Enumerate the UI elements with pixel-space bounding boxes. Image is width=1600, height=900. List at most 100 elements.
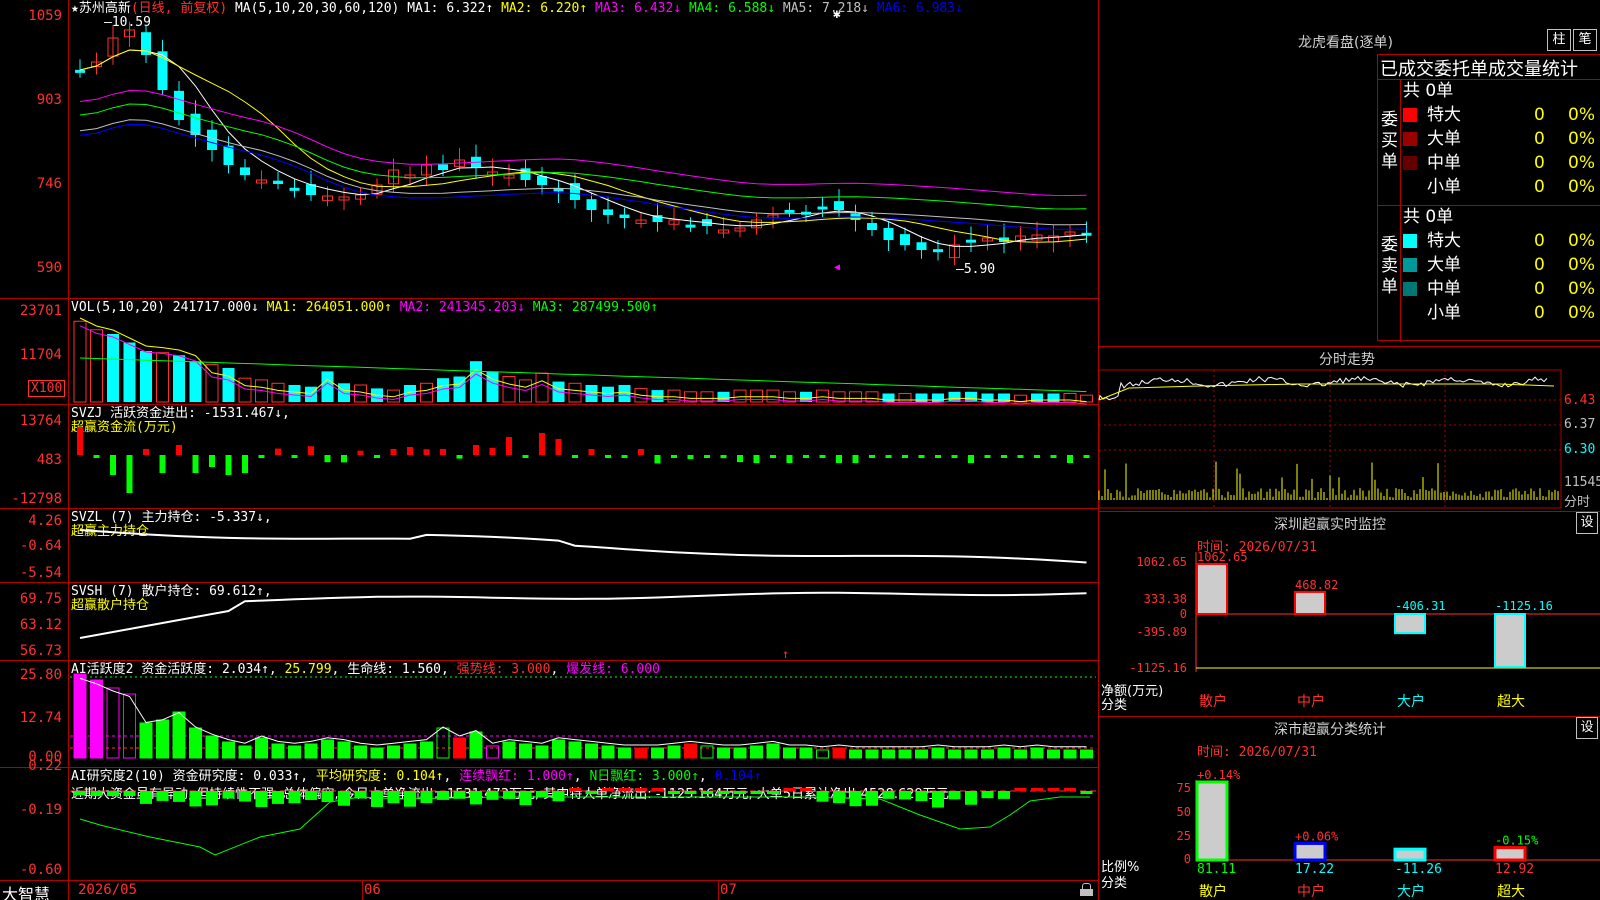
svsh-plot[interactable]: [0, 582, 1098, 660]
volume-bar: [123, 342, 136, 402]
flow-bar: [456, 455, 463, 459]
sz-plot[interactable]: 1062.65 333.380 -395.89 -1125.16 1062.65 散户 46…: [1099, 550, 1600, 712]
class-chart[interactable]: 75 50 25 0 +0.14% 81.11 散户 +0.06% 17.22 中户 -11.26 大…: [1099, 756, 1600, 900]
candle-body: [966, 239, 976, 243]
research-bar: [602, 788, 614, 791]
activity-bar: [189, 727, 202, 759]
research-bar: [90, 791, 103, 797]
activity-bar: [1063, 749, 1077, 759]
volume-bar: [238, 377, 252, 403]
candle-body: [438, 164, 448, 170]
tick-view-button[interactable]: 笔: [1573, 29, 1597, 51]
research-bar: [552, 791, 565, 802]
activity-bar: [552, 739, 565, 759]
volume-bar: [865, 391, 879, 403]
candle-body: [240, 167, 250, 175]
volume-bar: [1047, 393, 1060, 402]
x-axis-label: 06: [364, 882, 381, 898]
sell-row-pct: 0%: [1568, 303, 1595, 323]
sz-settings-button[interactable]: 设: [1576, 512, 1598, 534]
ai-research-panel[interactable]: AI研究度2(10) 资金研究度: 0.033↑, 平均研究度: 0.104↑,…: [0, 759, 1098, 880]
sz-chart[interactable]: 1062.65 333.38 0 -395.89 -1125.16 1062.65 散户 46…: [1099, 550, 1600, 713]
activity-bar: [156, 719, 169, 759]
intraday-tick: 6.37: [1564, 417, 1596, 432]
activity-bar: [453, 737, 466, 759]
activity-bar: [403, 743, 417, 759]
main-price-chart[interactable]: ★苏州高新(日线, 前复权) MA(5,10,20,30,60,120) MA1…: [0, 0, 1098, 298]
ai-research-plot[interactable]: [0, 767, 1098, 880]
brand-logo[interactable]: 大智慧: [2, 881, 50, 900]
sell-row-count: 0: [1534, 279, 1545, 299]
intraday-plot[interactable]: [1098, 369, 1600, 510]
svzj-panel[interactable]: SVZJ 活跃资金进出: -1531.467↓, 超赢资金流(万元) 13764…: [0, 404, 1098, 508]
flow-bar: [902, 455, 908, 458]
sz-bar: [1394, 613, 1426, 635]
research-bar: [338, 791, 350, 806]
svzj-plot[interactable]: [0, 404, 1098, 508]
volume-bar: [849, 391, 862, 403]
activity-bar: [882, 749, 895, 759]
sz-category: 超大: [1497, 694, 1525, 710]
research-bar: [833, 791, 845, 804]
ai-active-plot[interactable]: ↑: [0, 647, 1098, 767]
flow-bar: [192, 455, 199, 473]
buy-row-swatch: [1403, 156, 1417, 170]
candle-body: [933, 249, 943, 253]
volume-bar: [205, 364, 219, 403]
research-bar: [800, 788, 812, 791]
order-stats-box: 已成交委托单成交量统计 委买单 委卖单 共 0单 共 0单 特大 0 0% 大单 0 0%…: [1377, 54, 1600, 342]
activity-bar: [865, 749, 879, 759]
ai-active-panel[interactable]: AI活跃度2 资金活跃度: 2.034↑, 25.799, 生命线: 1.560…: [0, 647, 1098, 767]
intraday-chart[interactable]: 6.43 6.37 6.30 11545 分时: [1098, 369, 1600, 510]
class-cat-label: 分类: [1101, 876, 1128, 891]
research-bar: [668, 791, 680, 794]
candle-body: [586, 199, 597, 210]
flow-bar: [737, 455, 743, 463]
intraday-tick: 11545: [1564, 475, 1600, 490]
activity-bar: [238, 745, 252, 759]
cls-bar-value: 12.92: [1495, 862, 1534, 877]
svzl-panel[interactable]: SVZL (7) 主力持仓: -5.337↓, 超赢主力持仓 4.26 -0.6…: [0, 508, 1098, 582]
research-bar: [750, 791, 763, 794]
flow-bar: [605, 455, 611, 458]
flow-bar: [572, 455, 578, 458]
candle-body: [867, 223, 877, 230]
research-bar: [635, 788, 647, 791]
activity-bar: [618, 747, 631, 759]
activity-bar: [931, 747, 945, 759]
svzl-plot[interactable]: [0, 508, 1098, 582]
sell-row-swatch: [1403, 282, 1417, 296]
activity-line: [79, 677, 1087, 748]
volume-panel[interactable]: VOL(5,10,20) 241717.000↓ MA1: 264051.000…: [0, 298, 1098, 405]
activity-bar: [420, 741, 433, 759]
volume-bar: [915, 393, 928, 402]
flow-bar: [638, 449, 644, 455]
class-plot[interactable]: 75 50 25 0 +0.14% 81.11 散户 +0.06% 17.22 中户 -11.26 大…: [1099, 756, 1600, 900]
flow-bar: [621, 455, 628, 458]
volume-bar: [932, 393, 944, 402]
column-view-button[interactable]: 柱: [1547, 29, 1571, 51]
volume-bar: [602, 386, 614, 402]
candlestick-plot[interactable]: [0, 0, 1098, 298]
flow-bar: [885, 455, 892, 458]
flow-bar: [489, 447, 496, 455]
activity-bar: [684, 743, 697, 759]
activity-bar: [90, 679, 103, 759]
class-stats-title: 深市超赢分类统计: [1274, 722, 1386, 738]
sz-cat-label: 分类: [1101, 698, 1128, 713]
flow-bar: [770, 455, 776, 458]
activity-bar: [849, 749, 862, 759]
sell-row-count: 0: [1534, 255, 1545, 275]
svsh-panel[interactable]: SVSH (7) 散户持仓: 69.612↑, 超赢散户持仓 69.75 63.…: [0, 582, 1098, 660]
research-bar: [123, 791, 136, 797]
flow-bar: [143, 448, 149, 455]
volume-bar: [305, 386, 317, 402]
sell-row-pct: 0%: [1568, 279, 1595, 299]
candle-body: [75, 69, 85, 73]
volume-bar: [618, 385, 631, 402]
volume-plot[interactable]: [0, 298, 1098, 405]
class-settings-button[interactable]: 设: [1576, 717, 1598, 739]
cls-bar: [1393, 847, 1427, 862]
flow-bar: [687, 455, 694, 460]
activity-bar: [832, 747, 846, 759]
